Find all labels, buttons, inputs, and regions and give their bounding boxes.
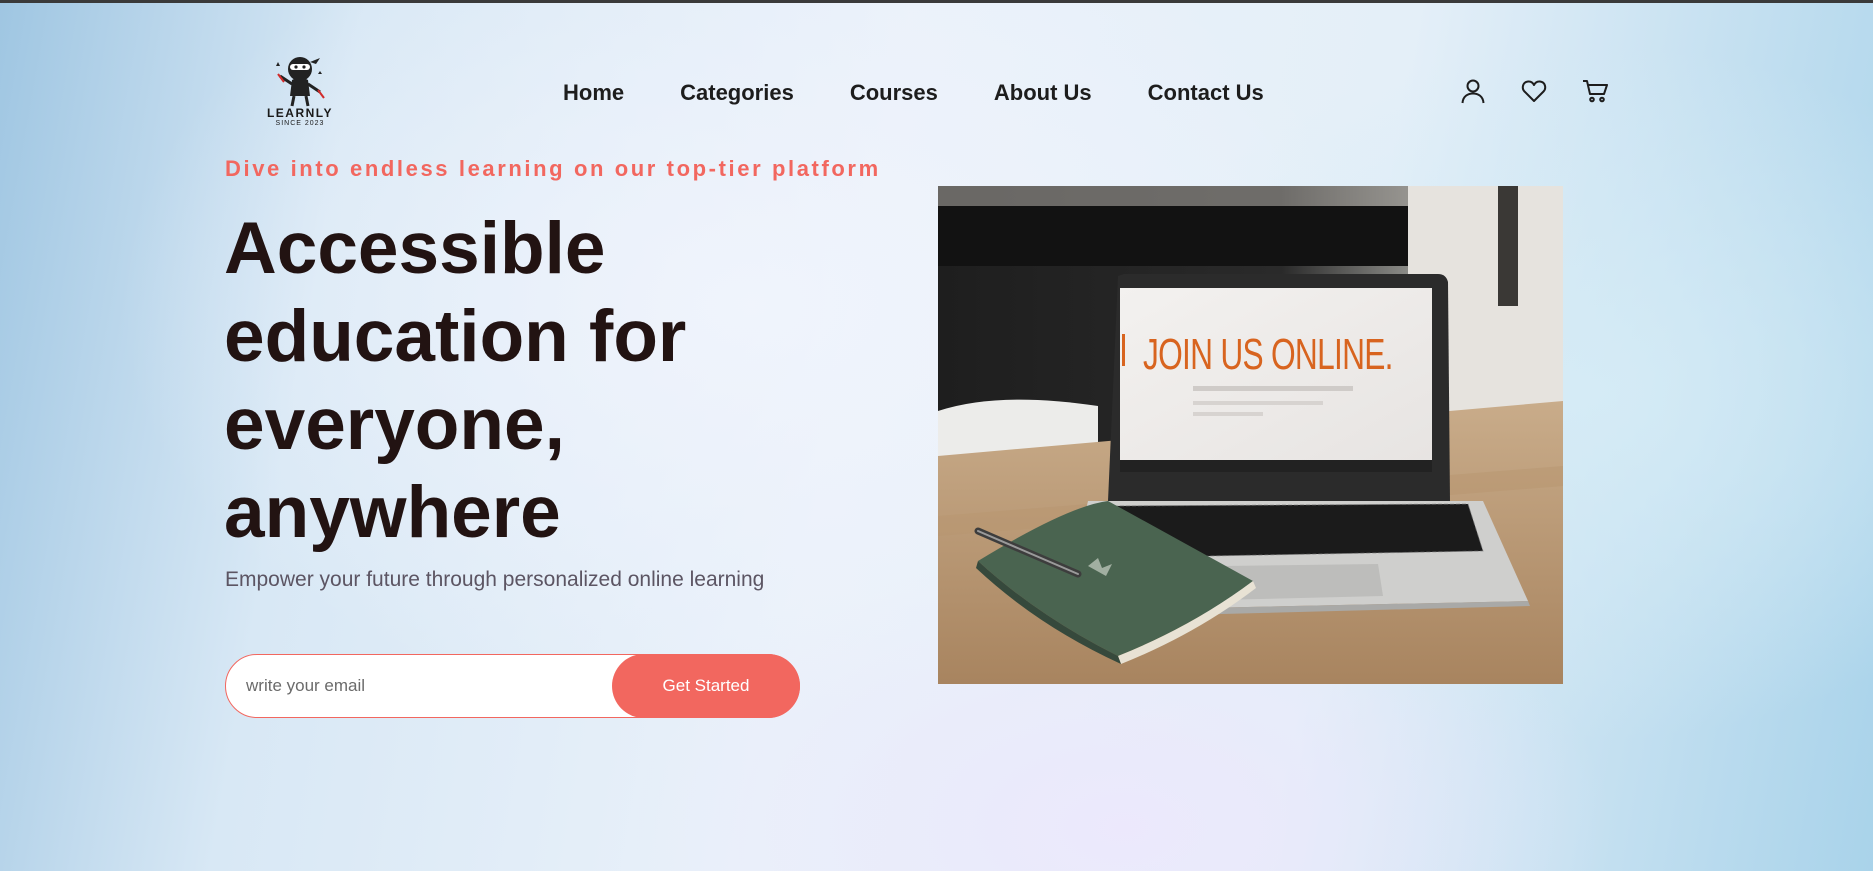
top-border bbox=[0, 0, 1873, 3]
brand-logo[interactable]: LEARNLY SINCE 2023 bbox=[262, 52, 338, 132]
brand-name: LEARNLY bbox=[266, 106, 334, 120]
brand-tagline: SINCE 2023 bbox=[275, 120, 325, 127]
heart-icon[interactable] bbox=[1521, 78, 1547, 104]
get-started-button[interactable]: Get Started bbox=[612, 654, 800, 718]
cart-icon[interactable] bbox=[1582, 78, 1608, 104]
email-input[interactable] bbox=[246, 655, 626, 716]
hero-headline: Accessible education for everyone, anywh… bbox=[224, 208, 687, 553]
email-signup-form: Get Started bbox=[225, 654, 800, 718]
user-icon[interactable] bbox=[1460, 78, 1486, 104]
nav-categories[interactable]: Categories bbox=[680, 80, 794, 106]
ninja-mascot-icon bbox=[276, 57, 325, 107]
nav-courses[interactable]: Courses bbox=[850, 80, 938, 106]
header-actions bbox=[1460, 78, 1608, 104]
main-nav: Home Categories Courses About Us Contact… bbox=[563, 80, 1264, 106]
hero-image: JOIN US ONLINE. bbox=[938, 186, 1563, 684]
nav-contact-us[interactable]: Contact Us bbox=[1148, 80, 1264, 106]
laptop-on-table-illustration bbox=[938, 186, 1563, 684]
nav-home[interactable]: Home bbox=[563, 80, 624, 106]
nav-about-us[interactable]: About Us bbox=[994, 80, 1092, 106]
hero-eyebrow: Dive into endless learning on our top-ti… bbox=[225, 156, 881, 181]
laptop-screen-text: JOIN US ONLINE. bbox=[1143, 330, 1393, 379]
hero-subline: Empower your future through personalized… bbox=[225, 568, 765, 591]
